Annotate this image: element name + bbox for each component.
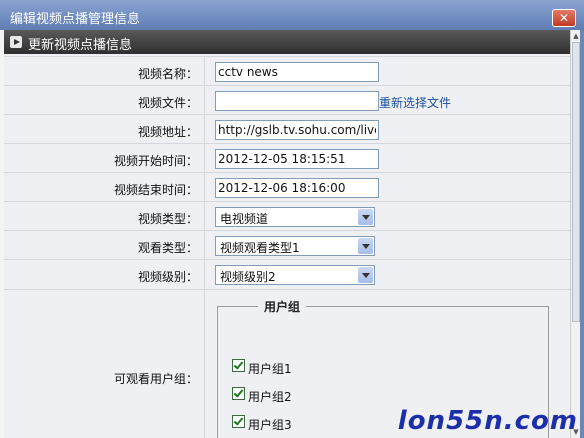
video-level-value: 视频级别2 bbox=[220, 270, 276, 284]
video-name-label: 视频名称： bbox=[137, 67, 198, 81]
end-time-label: 视频结束时间： bbox=[113, 183, 198, 197]
row-video-name: 视频名称： bbox=[4, 56, 570, 86]
row-video-url: 视频地址： bbox=[4, 114, 570, 144]
dialog-titlebar: 编辑视频点播管理信息 ✕ bbox=[0, 0, 584, 30]
video-level-label: 视频级别： bbox=[137, 270, 198, 284]
end-time-input[interactable] bbox=[215, 178, 379, 198]
dialog-title: 编辑视频点播管理信息 bbox=[10, 12, 141, 27]
start-time-input[interactable] bbox=[215, 149, 379, 169]
chevron-down-icon[interactable] bbox=[358, 209, 373, 225]
checkbox-checked-icon[interactable] bbox=[232, 359, 245, 372]
chevron-down-icon[interactable] bbox=[358, 267, 373, 283]
row-video-level: 视频级别： 视频级别2 bbox=[4, 259, 570, 290]
video-name-input[interactable] bbox=[215, 62, 379, 82]
watch-type-select[interactable]: 视频观看类型1 bbox=[215, 236, 375, 256]
watermark-logo: lon55n.com bbox=[397, 406, 578, 436]
user-group-3-label: 用户组3 bbox=[248, 418, 292, 432]
checkbox-checked-icon[interactable] bbox=[232, 387, 245, 400]
video-url-input[interactable] bbox=[215, 120, 379, 140]
edit-vod-dialog: 编辑视频点播管理信息 ✕ 更新视频点播信息 视频名称： 视频文件： 重新选择 bbox=[0, 0, 584, 438]
section-header: 更新视频点播信息 bbox=[4, 30, 570, 54]
video-file-label: 视频文件： bbox=[137, 96, 198, 110]
video-level-select[interactable]: 视频级别2 bbox=[215, 265, 375, 285]
user-groups-label: 可观看用户组： bbox=[113, 372, 198, 386]
scroll-thumb[interactable] bbox=[572, 42, 580, 322]
reselect-file-link[interactable]: 重新选择文件 bbox=[379, 94, 451, 111]
play-icon bbox=[10, 36, 22, 48]
row-start-time: 视频开始时间： bbox=[4, 143, 570, 173]
chevron-down-icon[interactable] bbox=[358, 238, 373, 254]
user-group-1-label: 用户组1 bbox=[248, 362, 292, 376]
close-icon: ✕ bbox=[558, 11, 570, 25]
start-time-label: 视频开始时间： bbox=[113, 154, 198, 168]
close-button[interactable]: ✕ bbox=[552, 9, 576, 27]
row-watch-type: 观看类型： 视频观看类型1 bbox=[4, 230, 570, 260]
video-type-value: 电视频道 bbox=[220, 212, 269, 226]
dialog-body: 更新视频点播信息 视频名称： 视频文件： 重新选择文件 视频地址： bbox=[4, 30, 580, 438]
checkbox-checked-icon[interactable] bbox=[232, 415, 245, 428]
section-title: 更新视频点播信息 bbox=[28, 38, 133, 53]
video-url-label: 视频地址： bbox=[137, 125, 198, 139]
video-type-label: 视频类型： bbox=[137, 212, 198, 226]
vertical-scrollbar[interactable]: ▲ ▼ bbox=[570, 30, 580, 438]
user-groups-legend: 用户组 bbox=[264, 300, 301, 314]
watch-type-value: 视频观看类型1 bbox=[220, 241, 300, 255]
video-file-input[interactable] bbox=[215, 91, 379, 111]
row-video-type: 视频类型： 电视频道 bbox=[4, 201, 570, 231]
row-video-file: 视频文件： 重新选择文件 bbox=[4, 85, 570, 115]
scroll-up-icon[interactable]: ▲ bbox=[572, 31, 580, 41]
user-group-2-label: 用户组2 bbox=[248, 390, 292, 404]
video-type-select[interactable]: 电视频道 bbox=[215, 207, 375, 227]
watch-type-label: 观看类型： bbox=[137, 241, 198, 255]
row-end-time: 视频结束时间： bbox=[4, 172, 570, 202]
